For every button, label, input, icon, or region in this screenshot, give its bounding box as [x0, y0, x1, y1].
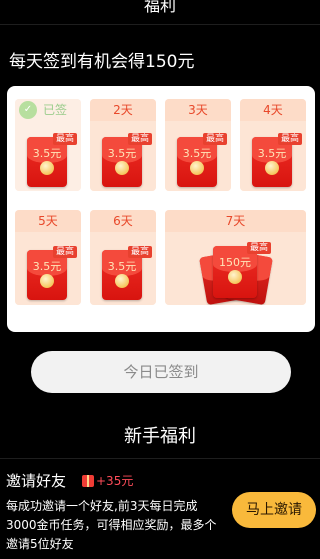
- max-badge: 最高: [53, 133, 78, 145]
- day-card-4: 4天 3.5元 最高: [240, 99, 306, 191]
- top-bar: 福利: [0, 0, 320, 24]
- invite-description: 每成功邀请一个好友,前3天每日完成3000金币任务，可得相应奖励，最多个邀请5位…: [6, 499, 217, 551]
- day-label: ✓ 已签: [15, 99, 81, 121]
- checked-stamp-icon: ✓: [19, 101, 37, 119]
- max-badge: 最高: [53, 246, 78, 258]
- day-card-1: ✓ 已签 3.5元 最高: [15, 99, 81, 191]
- reward-label: +35元: [96, 474, 134, 488]
- max-badge: 最高: [203, 133, 228, 145]
- max-badge: 最高: [278, 133, 303, 145]
- day-label: 7天: [165, 210, 306, 232]
- day-card-6: 6天 3.5元 最高: [90, 210, 156, 305]
- day-label: 4天: [240, 99, 306, 121]
- max-badge: 最高: [128, 133, 153, 145]
- page-title: 福利: [143, 0, 176, 15]
- max-badge: 最高: [247, 242, 272, 254]
- day-label: 3天: [165, 99, 231, 121]
- divider: [0, 458, 320, 459]
- day-label: 2天: [90, 99, 156, 121]
- checkin-board: ✓ 已签 3.5元 最高 2天 3.5元 最高 3天 3.5元 最高 4天 3.…: [7, 86, 315, 332]
- day-card-7: 7天 150元 最高: [165, 210, 306, 305]
- newbie-section-title: 新手福利: [124, 426, 196, 447]
- day-card-5: 5天 3.5元 最高: [15, 210, 81, 305]
- invite-now-button[interactable]: 马上邀请: [232, 492, 316, 528]
- day-card-2: 2天 3.5元 最高: [90, 99, 156, 191]
- signed-in-button[interactable]: 今日已签到: [31, 351, 291, 393]
- max-badge: 最高: [128, 246, 153, 258]
- invite-title: 邀请好友: [6, 472, 67, 490]
- divider: [0, 24, 320, 25]
- day-card-3: 3天 3.5元 最高: [165, 99, 231, 191]
- checkin-headline: 每天签到有机会得150元: [9, 52, 195, 72]
- day-label: 5天: [15, 210, 81, 232]
- day-label: 6天: [90, 210, 156, 232]
- gift-icon: [82, 475, 94, 487]
